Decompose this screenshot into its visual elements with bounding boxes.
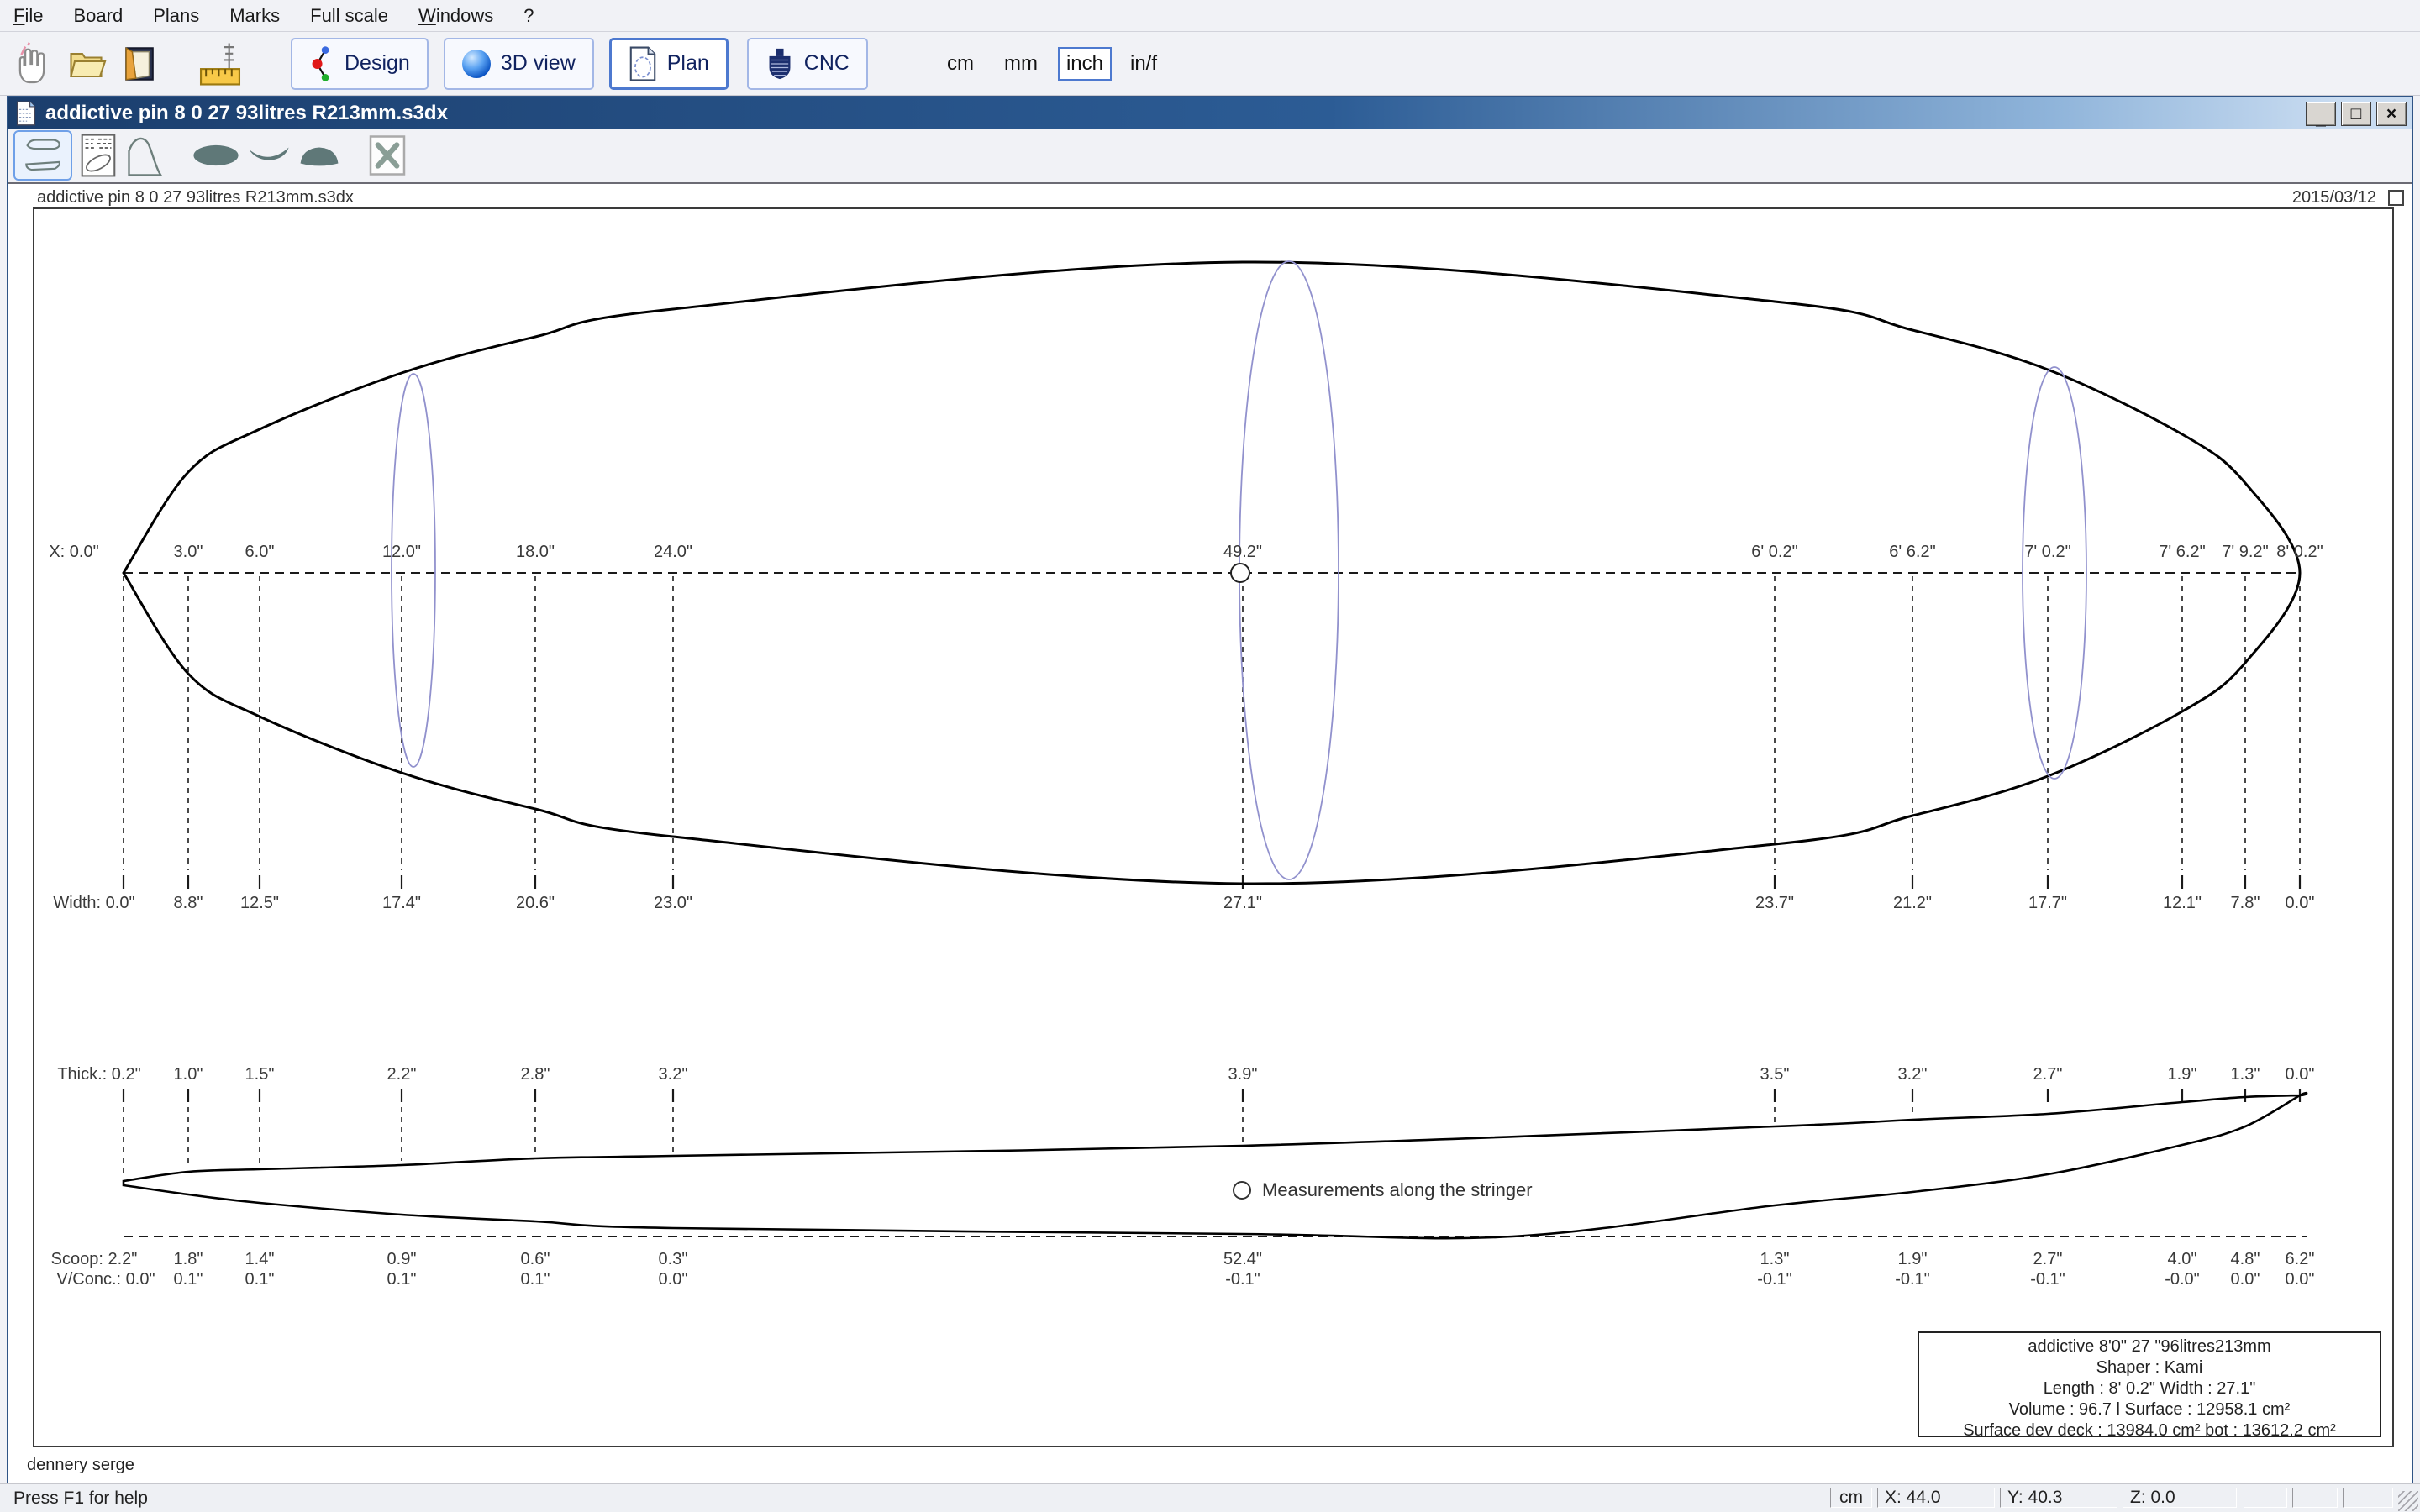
status-bar: Press F1 for help cm X: 44.0 Y: 40.3 Z: … [0,1483,2420,1512]
ruler-icon[interactable] [198,39,242,88]
info-line-shaper: Shaper : Kami [1919,1357,2380,1378]
info-line-dims: Length : 8' 0.2" Width : 27.1" [1919,1378,2380,1399]
stringer-note: Measurements along the stringer [1262,1179,1533,1201]
unit-cm[interactable]: cm [940,49,981,79]
author-name: dennery serge [27,1456,134,1475]
menu-help[interactable]: ? [523,5,534,27]
rocker-shape-icon [247,141,291,170]
resize-grip[interactable] [2398,1491,2418,1511]
status-help-text: Press F1 for help [13,1484,148,1512]
view-measurements-button[interactable] [79,132,118,179]
board-info-box: addictive 8'0" 27 "96litres213mm Shaper … [1918,1331,2381,1437]
view-toolbar [8,129,2412,184]
outline-profile-icon [20,134,66,176]
info-line-model: addictive 8'0" 27 "96litres213mm [1919,1336,2380,1357]
unit-mm[interactable]: mm [997,49,1044,79]
view-foil-shape-button[interactable] [297,132,341,179]
sphere-icon [462,50,491,78]
main-toolbar: Design 3D view Plan CNC cm mm inch in/ [0,32,2420,96]
maximize-button[interactable]: □ [2341,102,2371,126]
unit-inch[interactable]: inch [1058,47,1112,81]
minimize-icon: _ [2316,110,2326,128]
window-titlebar[interactable]: addictive pin 8 0 27 93litres R213mm.s3d… [8,97,2412,129]
cnc-button-label: CNC [804,51,850,76]
unit-inf[interactable]: in/f [1123,49,1164,79]
app-root: File Board Plans Marks Full scale Window… [0,0,2420,1512]
menu-bar: File Board Plans Marks Full scale Window… [0,0,2420,32]
status-cell-empty [2343,1488,2393,1508]
window-controls: _ □ × [2306,102,2407,126]
status-x-coordinate: X: 44.0 [1877,1488,1995,1508]
sheet-title: addictive pin 8 0 27 93litres R213mm.s3d… [37,188,354,207]
minimize-button[interactable]: _ [2306,102,2336,126]
hand-tool-icon[interactable] [10,39,54,88]
document-icon [15,101,37,126]
board-window: addictive pin 8 0 27 93litres R213mm.s3d… [7,96,2413,1485]
3d-view-button-label: 3D view [501,51,576,76]
design-nodes-icon [309,44,334,84]
info-line-volume: Volume : 96.7 l Surface : 12958.1 cm² [1919,1399,2380,1420]
3d-view-button[interactable]: 3D view [444,38,594,90]
menu-plans[interactable]: Plans [153,5,199,27]
save-book-icon[interactable] [118,39,161,88]
menu-full-scale[interactable]: Full scale [310,5,388,27]
design-button-label: Design [345,51,410,76]
date-checkbox[interactable] [2388,190,2404,206]
foil-shape-icon [297,141,341,170]
status-cell-empty [2244,1488,2287,1508]
window-title: addictive pin 8 0 27 93litres R213mm.s3d… [45,102,448,125]
maximize-icon: □ [2351,105,2362,123]
open-folder-icon[interactable] [66,39,109,88]
status-z-coordinate: Z: 0.0 [2123,1488,2237,1508]
close-icon: × [2386,105,2396,123]
status-y-coordinate: Y: 40.3 [2000,1488,2118,1508]
view-rocker-curve-button[interactable] [124,132,166,179]
plan-sheet-icon [629,45,657,82]
status-cell-empty [2292,1488,2338,1508]
sheet-date: 2015/03/12 [2292,188,2376,207]
view-outline-profile-button[interactable] [13,130,72,181]
rocker-curve-icon [124,134,166,177]
menu-file[interactable]: File [13,5,43,27]
measurement-sheet-icon [79,133,118,178]
document-area [8,184,2412,1483]
view-rocker-shape-button[interactable] [247,132,291,179]
plan-shape-icon [192,141,240,170]
menu-board[interactable]: Board [73,5,123,27]
info-line-surface: Surface dev deck : 13984.0 cm² bot : 136… [1919,1420,2380,1441]
plan-button-label: Plan [667,51,709,76]
close-button[interactable]: × [2376,102,2407,126]
menu-windows[interactable]: Windows [418,5,493,27]
plan-button[interactable]: Plan [609,38,729,90]
view-plan-shape-button[interactable] [192,132,240,179]
design-button[interactable]: Design [291,38,429,90]
cnc-head-icon [765,45,794,82]
menu-marks[interactable]: Marks [229,5,280,27]
document-footer: dennery serge [12,1452,2407,1478]
excel-export-icon [368,134,407,176]
status-unit: cm [1830,1488,1872,1508]
export-excel-button[interactable] [368,132,407,179]
cnc-button[interactable]: CNC [747,38,868,90]
